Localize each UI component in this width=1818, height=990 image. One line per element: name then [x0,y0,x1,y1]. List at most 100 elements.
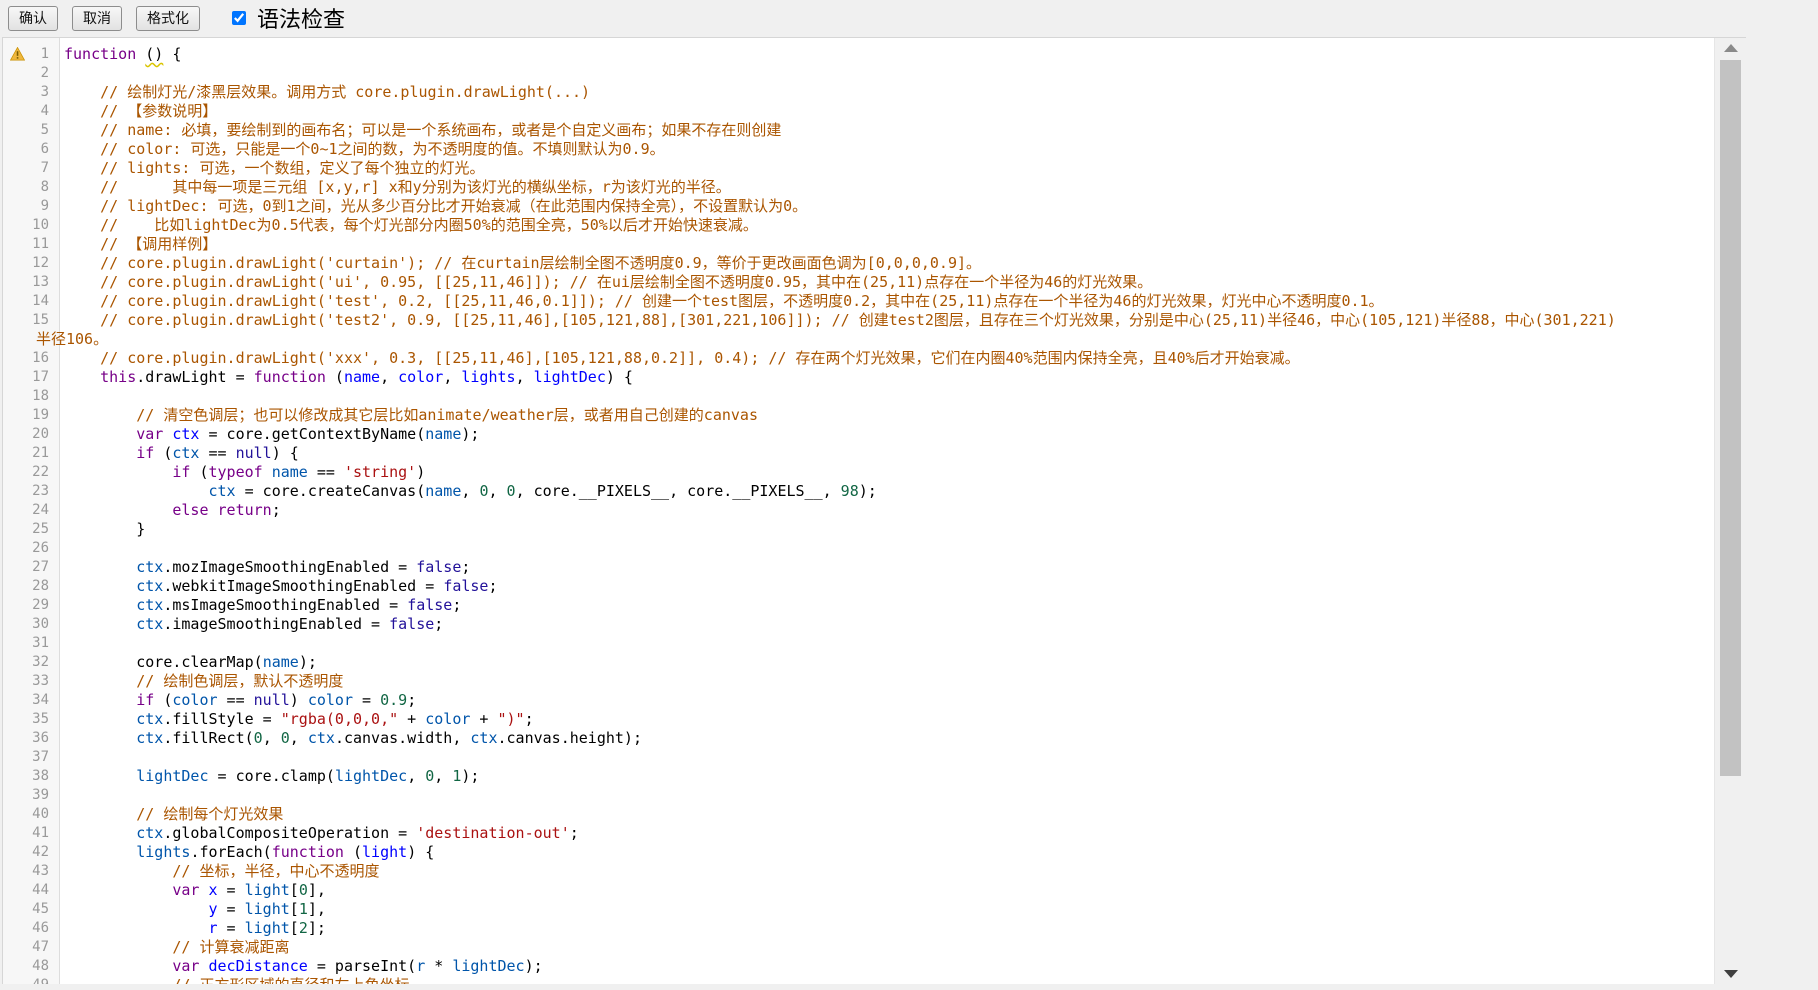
code-line-text: // 【参数说明】 [64,102,217,121]
line-number: 26 [3,539,57,558]
code-line-text: var x = light[0], [64,881,326,900]
code-row[interactable]: 45 y = light[1], [3,900,1746,919]
line-number: 45 [3,900,57,919]
code-row[interactable]: 34 if (color == null) color = 0.9; [3,691,1746,710]
code-row[interactable]: 7 // lights: 可选，一个数组，定义了每个独立的灯光。 [3,159,1746,178]
code-row[interactable]: 18 [3,387,1746,406]
code-row[interactable]: 10 // 比如lightDec为0.5代表，每个灯光部分内圈50%的范围全亮，… [3,216,1746,235]
code-row[interactable]: 11 // 【调用样例】 [3,235,1746,254]
code-row[interactable]: 14 // core.plugin.drawLight('test', 0.2,… [3,292,1746,311]
line-number: 30 [3,615,57,634]
code-line-text: // core.plugin.drawLight('xxx', 0.3, [[2… [64,349,1300,368]
code-row[interactable]: 49 // 正方形区域的直径和左上角坐标 [3,976,1746,984]
code-row[interactable]: 26 [3,539,1746,558]
code-line-text: // 计算衰减距离 [64,938,289,957]
code-row[interactable]: 6 // color: 可选，只能是一个0~1之间的数，为不透明度的值。不填则默… [3,140,1746,159]
code-line-text: // 【调用样例】 [64,235,217,254]
code-row[interactable]: 21 if (ctx == null) { [3,444,1746,463]
code-row[interactable]: 3 // 绘制灯光/漆黑层效果。调用方式 core.plugin.drawLig… [3,83,1746,102]
code-line-text: var ctx = core.getContextByName(name); [64,425,479,444]
code-row[interactable]: 35 ctx.fillStyle = "rgba(0,0,0," + color… [3,710,1746,729]
line-number: 20 [3,425,57,444]
code-row[interactable]: 19 // 清空色调层；也可以修改成其它层比如animate/weather层，… [3,406,1746,425]
line-number: 40 [3,805,57,824]
format-button[interactable]: 格式化 [136,6,200,31]
line-number: 41 [3,824,57,843]
code-line-text: if (color == null) color = 0.9; [64,691,416,710]
code-line-text: function () { [64,45,181,64]
line-number: 7 [3,159,57,178]
line-number: 36 [3,729,57,748]
code-row[interactable]: 8 // 其中每一项是三元组 [x,y,r] x和y分别为该灯光的横纵坐标，r为… [3,178,1746,197]
code-wrap-row[interactable]: 半径106。 [3,330,1746,349]
code-row[interactable]: 20 var ctx = core.getContextByName(name)… [3,425,1746,444]
code-line-text: // 坐标，半径，中心不透明度 [64,862,379,881]
code-row[interactable]: 44 var x = light[0], [3,881,1746,900]
code-row[interactable]: 32 core.clearMap(name); [3,653,1746,672]
line-number: 1 [3,45,57,64]
code-row[interactable]: 30 ctx.imageSmoothingEnabled = false; [3,615,1746,634]
code-row[interactable]: 9 // lightDec: 可选，0到1之间，光从多少百分比才开始衰减（在此范… [3,197,1746,216]
code-row[interactable]: 42 lights.forEach(function (light) { [3,843,1746,862]
code-row[interactable]: 43 // 坐标，半径，中心不透明度 [3,862,1746,881]
scrollbar-thumb[interactable] [1720,60,1741,776]
code-row[interactable]: 40 // 绘制每个灯光效果 [3,805,1746,824]
code-row[interactable]: 28 ctx.webkitImageSmoothingEnabled = fal… [3,577,1746,596]
code-row[interactable]: 31 [3,634,1746,653]
code-line-text: ctx.fillStyle = "rgba(0,0,0," + color + … [64,710,534,729]
code-line-text: // core.plugin.drawLight('test2', 0.9, [… [64,311,1616,330]
code-row[interactable]: 16 // core.plugin.drawLight('xxx', 0.3, … [3,349,1746,368]
code-row[interactable]: 12 // core.plugin.drawLight('curtain'); … [3,254,1746,273]
line-number: 37 [3,748,57,767]
code-row[interactable]: 39 [3,786,1746,805]
code-row[interactable]: 38 lightDec = core.clamp(lightDec, 0, 1)… [3,767,1746,786]
code-row[interactable]: 13 // core.plugin.drawLight('ui', 0.95, … [3,273,1746,292]
line-number: 10 [3,216,57,235]
code-row[interactable]: 24 else return; [3,501,1746,520]
code-row[interactable]: 47 // 计算衰减距离 [3,938,1746,957]
code-line-text: if (typeof name == 'string') [64,463,425,482]
cancel-button[interactable]: 取消 [72,6,122,31]
code-row[interactable]: 27 ctx.mozImageSmoothingEnabled = false; [3,558,1746,577]
code-rows: 1 function () {23 // 绘制灯光/漆黑层效果。调用方式 core… [3,38,1746,984]
code-row[interactable]: 48 var decDistance = parseInt(r * lightD… [3,957,1746,976]
code-line-text: core.clearMap(name); [64,653,317,672]
code-editor[interactable]: 1 function () {23 // 绘制灯光/漆黑层效果。调用方式 core… [2,37,1746,984]
line-number: 31 [3,634,57,653]
code-row[interactable]: 5 // name: 必填，要绘制到的画布名；可以是一个系统画布，或者是个自定义… [3,121,1746,140]
line-number: 17 [3,368,57,387]
line-number: 8 [3,178,57,197]
scroll-up-icon [1724,44,1738,52]
code-row[interactable]: 36 ctx.fillRect(0, 0, ctx.canvas.width, … [3,729,1746,748]
code-line-text: lightDec = core.clamp(lightDec, 0, 1); [64,767,479,786]
code-row[interactable]: 46 r = light[2]; [3,919,1746,938]
code-row[interactable]: 2 [3,64,1746,83]
line-number: 25 [3,520,57,539]
scroll-up-button[interactable] [1715,38,1746,59]
code-row[interactable]: 41 ctx.globalCompositeOperation = 'desti… [3,824,1746,843]
syntax-check-checkbox[interactable] [232,11,246,25]
line-number: 34 [3,691,57,710]
line-number: 6 [3,140,57,159]
code-row[interactable]: 4 // 【参数说明】 [3,102,1746,121]
code-row[interactable]: 25 } [3,520,1746,539]
code-row[interactable]: 22 if (typeof name == 'string') [3,463,1746,482]
line-number: 28 [3,577,57,596]
line-number: 12 [3,254,57,273]
code-line-text: // core.plugin.drawLight('curtain'); // … [64,254,981,273]
scroll-down-button[interactable] [1715,963,1746,984]
code-row[interactable]: 29 ctx.msImageSmoothingEnabled = false; [3,596,1746,615]
code-row[interactable]: 33 // 绘制色调层，默认不透明度 [3,672,1746,691]
code-row[interactable]: 1 function () { [3,45,1746,64]
scroll-down-icon [1724,970,1738,978]
vertical-scrollbar[interactable] [1714,38,1746,984]
code-row[interactable]: 15 // core.plugin.drawLight('test2', 0.9… [3,311,1746,330]
code-line-text: // core.plugin.drawLight('test', 0.2, [[… [64,292,1384,311]
code-row[interactable]: 17 this.drawLight = function (name, colo… [3,368,1746,387]
line-number: 18 [3,387,57,406]
line-number: 14 [3,292,57,311]
code-line-text: ctx.webkitImageSmoothingEnabled = false; [64,577,498,596]
confirm-button[interactable]: 确认 [8,6,58,31]
code-row[interactable]: 37 [3,748,1746,767]
code-row[interactable]: 23 ctx = core.createCanvas(name, 0, 0, c… [3,482,1746,501]
